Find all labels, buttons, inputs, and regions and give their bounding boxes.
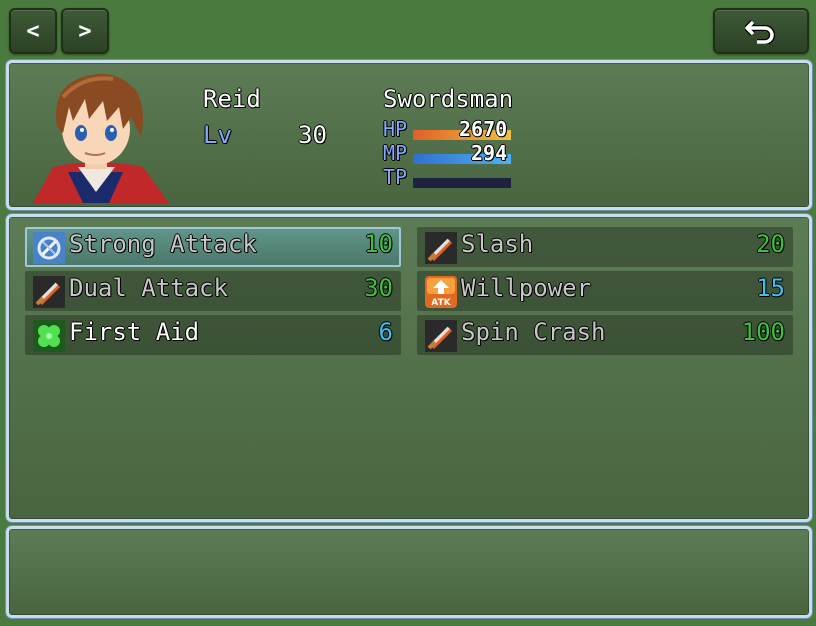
strong-attack-icon — [33, 232, 65, 264]
tp-label: TP — [383, 165, 408, 189]
help-window — [6, 526, 812, 618]
skill-cost: 6 — [378, 318, 393, 346]
svg-text:ATK: ATK — [431, 298, 451, 308]
skill-name: Dual Attack — [69, 274, 228, 302]
mp-label: MP — [383, 141, 408, 165]
skill-item[interactable]: Dual Attack 30 — [25, 271, 401, 311]
skill-cost: 100 — [741, 318, 785, 346]
next-label: > — [78, 18, 92, 44]
level-label: Lv — [203, 121, 232, 149]
skill-name: Strong Attack — [69, 230, 257, 258]
actor-portrait — [23, 67, 169, 203]
actor-status-window: Reid Lv 30 Swordsman HP 2670 MP 294 TP — [6, 60, 812, 210]
skill-name: Spin Crash — [461, 318, 606, 346]
level-value: 30 — [298, 121, 327, 149]
tp-gauge — [413, 178, 511, 188]
next-actor-button[interactable]: > — [61, 8, 109, 54]
sword-icon — [425, 320, 457, 352]
skill-cost: 20 — [756, 230, 785, 258]
skill-name: Willpower — [461, 274, 592, 302]
skill-item[interactable]: Strong Attack 10 — [25, 227, 401, 267]
mp-value: 294 — [471, 141, 508, 165]
sword-icon — [33, 276, 65, 308]
skill-list-window: Strong Attack 10 Slash 20 Dual Attack 30 — [6, 214, 812, 522]
skill-name: First Aid — [69, 318, 200, 346]
return-arrow-icon — [745, 18, 777, 44]
skill-cost: 30 — [364, 274, 393, 302]
skill-name: Slash — [461, 230, 534, 258]
actor-class: Swordsman — [383, 85, 514, 113]
hp-label: HP — [383, 117, 408, 141]
prev-label: < — [26, 18, 40, 44]
prev-actor-button[interactable]: < — [9, 8, 57, 54]
skill-item[interactable]: ATK Willpower 15 — [417, 271, 793, 311]
skill-cost: 10 — [364, 230, 393, 258]
skill-item[interactable]: Spin Crash 100 — [417, 315, 793, 355]
hp-value: 2670 — [459, 117, 508, 141]
actor-name: Reid — [203, 85, 261, 113]
skill-cost: 15 — [756, 274, 785, 302]
skill-item[interactable]: Slash 20 — [417, 227, 793, 267]
sword-icon — [425, 232, 457, 264]
skill-item[interactable]: First Aid 6 — [25, 315, 401, 355]
clover-icon — [33, 320, 65, 352]
atk-up-icon: ATK — [425, 276, 457, 308]
back-button[interactable] — [713, 8, 809, 54]
